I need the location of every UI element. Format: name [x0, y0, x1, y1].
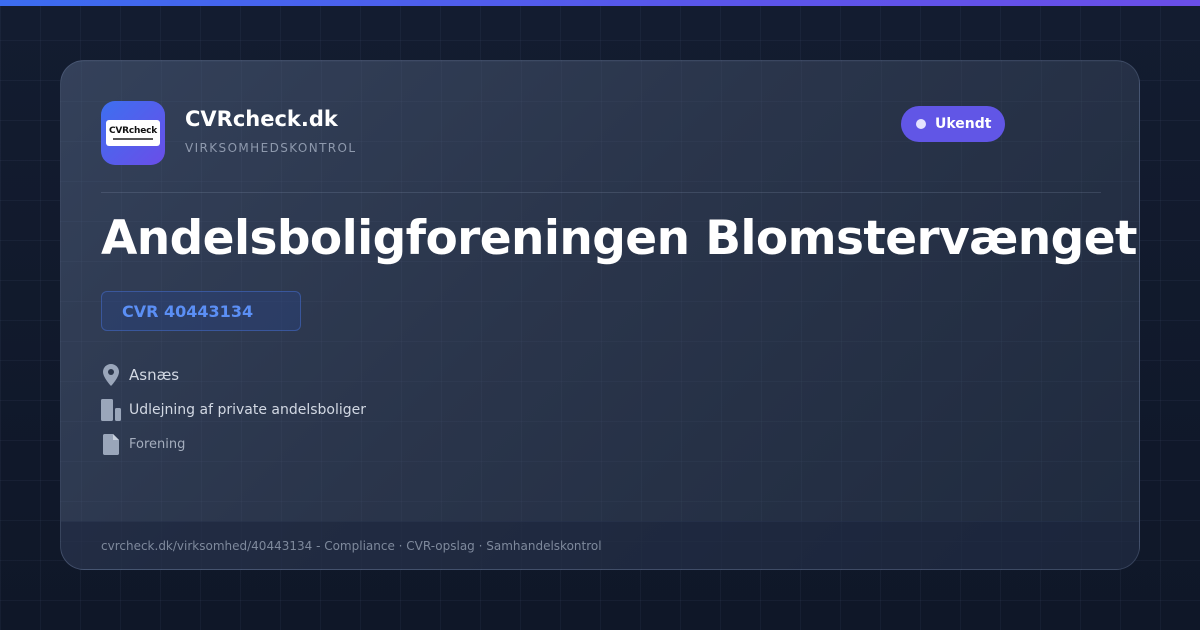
- logo-underline: [113, 138, 153, 140]
- brand-logo: CVRcheck: [101, 101, 165, 165]
- building-icon: [101, 398, 121, 422]
- location-pin-icon: [101, 363, 121, 387]
- industry-text: Udlejning af private andelsboliger: [129, 402, 367, 418]
- document-icon: [101, 432, 121, 456]
- footer-bar: cvrcheck.dk/virksomhed/40443134 - Compli…: [61, 521, 1139, 569]
- brand-tagline: VIRKSOMHEDSKONTROL: [185, 141, 357, 155]
- brand-name[interactable]: CVRcheck.dk: [185, 107, 338, 131]
- industry-row: Udlejning af private andelsboliger: [101, 398, 366, 422]
- company-name: Andelsboligforeningen Blomstervænget III: [101, 211, 1140, 266]
- logo-badge: CVRcheck: [106, 120, 160, 146]
- footer-text[interactable]: cvrcheck.dk/virksomhed/40443134 - Compli…: [101, 539, 602, 553]
- top-accent-bar: [0, 0, 1200, 6]
- header-divider: [101, 192, 1101, 193]
- location-row: Asnæs: [101, 363, 179, 387]
- location-text: Asnæs: [129, 366, 180, 384]
- company-card: CVRcheck CVRcheck.dk VIRKSOMHEDSKONTROL …: [60, 60, 1140, 570]
- company-type-text: Forening: [129, 436, 186, 452]
- status-badge: Ukendt: [901, 106, 1005, 142]
- logo-wordmark: CVRcheck: [108, 126, 158, 136]
- status-dot-icon: [916, 119, 926, 129]
- status-label: Ukendt: [935, 116, 992, 132]
- cvr-badge: CVR 40443134: [101, 291, 301, 331]
- company-type-row: Forening: [101, 432, 185, 456]
- cvr-number: CVR 40443134: [122, 301, 254, 321]
